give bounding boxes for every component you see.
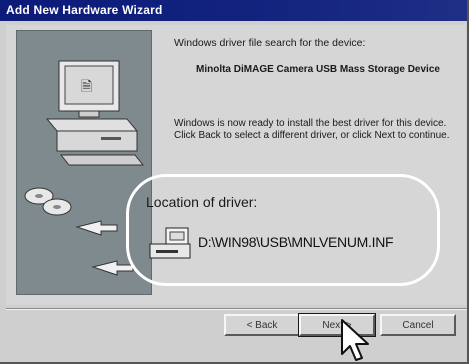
button-separator	[6, 308, 467, 310]
device-name: Minolta DiMAGE Camera USB Mass Storage D…	[196, 64, 440, 75]
drive-icon	[146, 226, 194, 262]
wizard-window: Add New Hardware Wizard 🗎 Windows driver…	[0, 0, 469, 364]
svg-text:🗎: 🗎	[81, 79, 92, 95]
instructions-text: Windows is now ready to install the best…	[174, 118, 450, 141]
driver-location-label: Location of driver:	[146, 194, 258, 210]
arrow-icon	[75, 220, 134, 276]
driver-path: D:\WIN98\USB\MNLVENUM.INF	[198, 234, 394, 250]
cancel-button[interactable]: Cancel	[380, 314, 456, 336]
title-bar[interactable]: Add New Hardware Wizard	[0, 0, 467, 21]
search-label: Windows driver file search for the devic…	[174, 37, 366, 49]
window-title: Add New Hardware Wizard	[6, 3, 163, 17]
cd-disc-icon	[24, 187, 72, 216]
back-button[interactable]: < Back	[224, 314, 300, 336]
mouse-cursor-icon	[338, 318, 372, 362]
